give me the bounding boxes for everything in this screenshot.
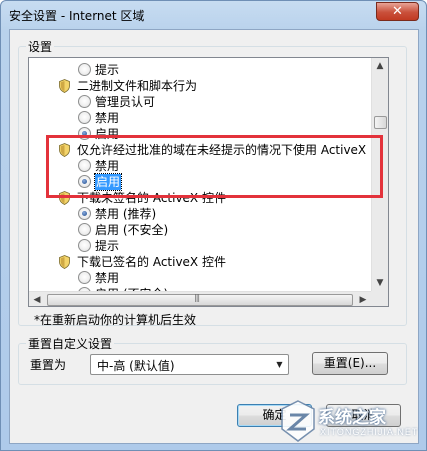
reset-button[interactable]: 重置(E)... [312,352,388,375]
close-icon: ✕ [392,4,403,19]
security-level-value: 中-高 (默认值) [97,359,175,373]
radio-unchecked-icon[interactable] [78,95,91,108]
settings-option[interactable]: 禁用 [29,270,371,286]
settings-option[interactable]: 管理员认可 [29,94,371,110]
settings-option[interactable]: 启用 (不安全) [29,222,371,238]
horizontal-scroll-thumb[interactable]: ||| [47,293,353,306]
watermark-url: XITONGZHIJIA.NET [320,427,419,437]
watermark-brand: 系统之家 [318,408,386,428]
restart-note: *在重新启动你的计算机后生效 [34,313,197,327]
radio-unchecked-icon[interactable] [78,111,91,124]
shield-icon [59,255,70,269]
watermark-logo-icon [281,400,315,442]
scroll-up-icon[interactable]: ▲ [372,58,388,74]
scroll-right-icon[interactable]: ▶ [355,292,371,306]
title-bar[interactable]: 安全设置 - Internet 区域 ✕ [1,1,426,29]
radio-unchecked-icon[interactable] [78,239,91,252]
settings-option[interactable]: 禁用 [29,110,371,126]
radio-unchecked-icon[interactable] [78,223,91,236]
chevron-down-icon[interactable]: ▼ [271,355,288,374]
security-level-select[interactable]: 中-高 (默认值) ▼ [90,354,289,375]
radio-unchecked-icon[interactable] [78,271,91,284]
settings-group-label: 设置 [26,38,55,55]
settings-option[interactable]: 提示 [29,238,371,254]
settings-option[interactable]: 提示 [29,62,371,78]
reset-group-label: 重置自定义设置 [26,335,115,352]
scroll-down-icon[interactable]: ▼ [372,275,388,291]
window-title: 安全设置 - Internet 区域 [9,9,145,23]
scroll-left-icon[interactable]: ◀ [29,292,45,306]
close-button[interactable]: ✕ [376,2,419,21]
scrollbar-corner [371,291,388,306]
radio-unchecked-icon[interactable] [78,63,91,76]
grip-icon: ||| [194,293,200,302]
settings-option[interactable]: 禁用 (推荐) [29,206,371,222]
radio-checked-icon[interactable] [78,207,91,220]
horizontal-scrollbar[interactable]: ◀ ||| ▶ [29,291,371,306]
annotation-highlight-box [46,135,383,198]
settings-category[interactable]: 下载已签名的 ActiveX 控件 [29,254,371,270]
vertical-scroll-thumb[interactable] [374,116,387,129]
reset-to-label: 重置为 [30,358,67,372]
settings-category[interactable]: 二进制文件和脚本行为 [29,78,371,94]
shield-icon [59,79,70,93]
site-watermark: 系统之家 XITONGZHIJIA.NET [278,397,423,447]
